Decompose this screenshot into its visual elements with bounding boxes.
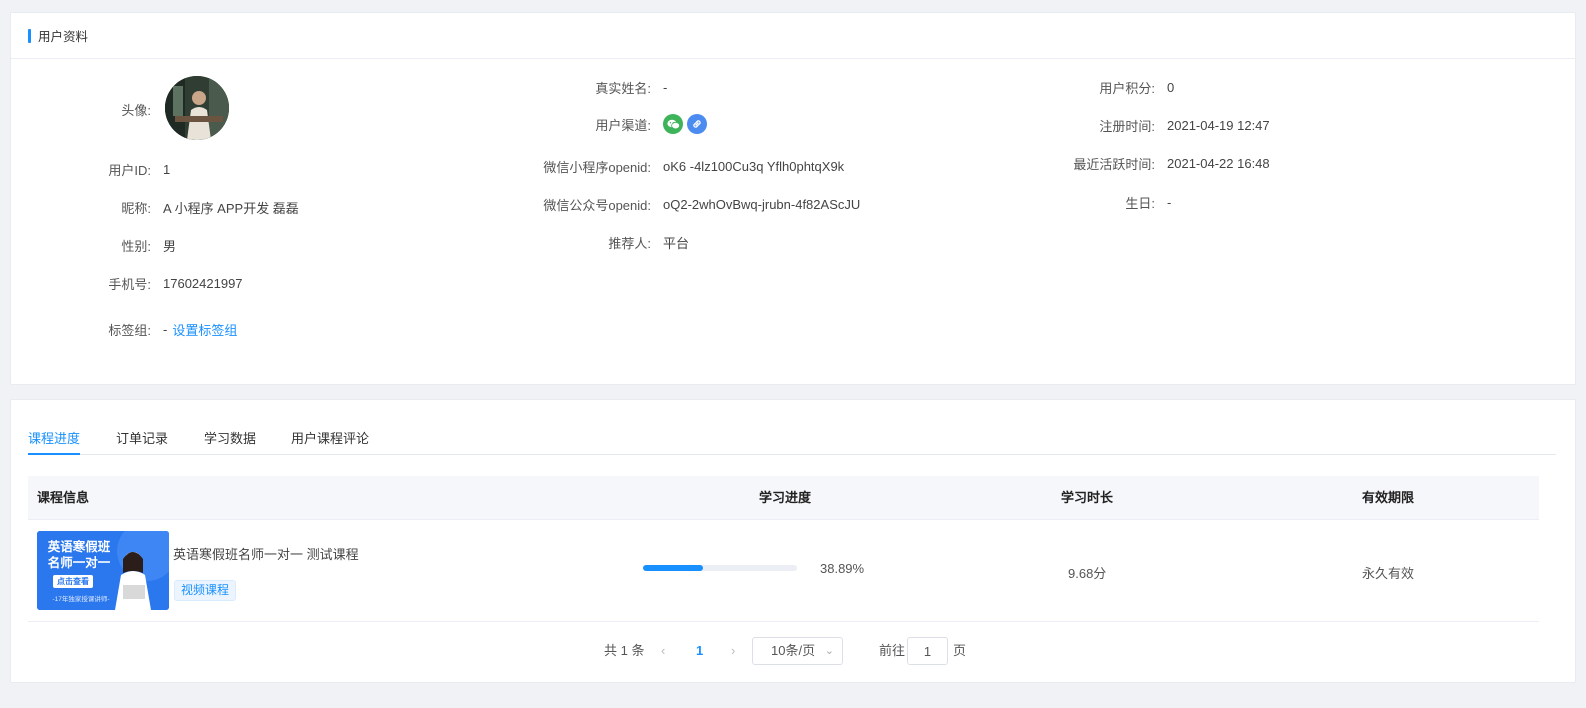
tab-bar: 课程进度 订单记录 学习数据 用户课程评论 bbox=[28, 422, 1556, 455]
tag-group-value: - bbox=[163, 322, 168, 337]
page-size-select[interactable]: 10条/页 ⌄ bbox=[752, 637, 843, 665]
header-validity: 有效期限 bbox=[1362, 490, 1415, 505]
user-course-card: 课程进度 订单记录 学习数据 用户课程评论 课程信息 学习进度 学习时长 有效期… bbox=[10, 399, 1576, 683]
referrer-field: 推荐人: 平台 bbox=[11, 233, 689, 252]
user-profile-card: 用户资料 头像: 用户ID: 1 昵称: A 小程序 APP开发 磊磊 性别: … bbox=[10, 12, 1576, 385]
header-accent-bar bbox=[28, 28, 31, 43]
page-size-value: 10条/页 bbox=[771, 643, 816, 658]
birthday-field: 生日: - bbox=[11, 193, 1171, 212]
study-duration: 9.68分 bbox=[1068, 566, 1107, 581]
active-tab-indicator bbox=[28, 453, 80, 455]
validity-period: 永久有效 bbox=[1362, 566, 1415, 581]
phone-value: 17602421997 bbox=[163, 276, 243, 291]
tab-learning-data[interactable]: 学习数据 bbox=[204, 428, 256, 447]
tab-course-comments[interactable]: 用户课程评论 bbox=[291, 428, 369, 447]
pagination-total: 共 1 条 bbox=[604, 643, 645, 658]
page-number-current[interactable]: 1 bbox=[696, 637, 703, 665]
course-title[interactable]: 英语寒假班名师一对一 测试课程 bbox=[173, 544, 359, 563]
course-thumbnail[interactable]: 英语寒假班 名师一对一 点击查看 -17年独家授课讲师- bbox=[37, 531, 169, 610]
thumb-button: 点击查看 bbox=[53, 575, 93, 588]
tab-course-progress[interactable]: 课程进度 bbox=[28, 428, 80, 447]
tag-group-field: 标签组: - 设置标签组 bbox=[11, 320, 237, 339]
course-type-badge: 视频课程 bbox=[174, 580, 237, 601]
register-time-label: 注册时间: bbox=[1099, 119, 1155, 134]
progress-percent: 38.89% bbox=[820, 561, 865, 576]
tag-group-label: 标签组: bbox=[108, 323, 151, 338]
active-time-value: 2021-04-22 16:48 bbox=[1167, 156, 1270, 171]
header-progress: 学习进度 bbox=[759, 490, 812, 505]
tab-order-records[interactable]: 订单记录 bbox=[116, 428, 168, 447]
thumb-bottom-text: -17年独家授课讲师- bbox=[52, 596, 110, 603]
phone-label: 手机号: bbox=[108, 277, 151, 292]
goto-suffix: 页 bbox=[953, 643, 967, 658]
birthday-value: - bbox=[1167, 195, 1172, 210]
phone-field: 手机号: 17602421997 bbox=[11, 274, 243, 293]
referrer-label: 推荐人: bbox=[608, 236, 651, 251]
goto-prefix: 前往 bbox=[879, 643, 906, 658]
table-header: 课程信息 学习进度 学习时长 有效期限 bbox=[28, 476, 1539, 520]
pagination: 共 1 条 ‹ 1 › 10条/页 ⌄ 前往 页 bbox=[11, 637, 1575, 665]
thumb-line2: 名师一对一 bbox=[47, 556, 111, 570]
active-time-label: 最近活跃时间: bbox=[1073, 157, 1155, 172]
course-progress-table: 课程信息 学习进度 学习时长 有效期限 英语寒假班 名师一对一 点击查看 -17… bbox=[28, 476, 1539, 622]
points-field: 用户积分: 0 bbox=[11, 78, 1174, 97]
next-page-icon[interactable]: › bbox=[731, 637, 735, 665]
points-value: 0 bbox=[1167, 80, 1175, 95]
set-tags-link[interactable]: 设置标签组 bbox=[172, 320, 237, 339]
birthday-label: 生日: bbox=[1125, 196, 1155, 211]
referrer-value: 平台 bbox=[663, 236, 690, 251]
header-duration: 学习时长 bbox=[1061, 490, 1114, 505]
goto-page-input[interactable] bbox=[907, 637, 948, 665]
profile-section-title: 用户资料 bbox=[38, 30, 89, 44]
register-time-value: 2021-04-19 12:47 bbox=[1167, 118, 1270, 133]
thumb-line1: 英语寒假班 bbox=[47, 540, 111, 554]
header-course-info: 课程信息 bbox=[37, 490, 90, 505]
progress-bar-fill bbox=[643, 565, 703, 571]
active-time-field: 最近活跃时间: 2021-04-22 16:48 bbox=[11, 154, 1270, 173]
progress-bar bbox=[643, 565, 797, 571]
chevron-down-icon: ⌄ bbox=[824, 645, 834, 657]
prev-page-icon[interactable]: ‹ bbox=[661, 637, 665, 665]
profile-card-header: 用户资料 bbox=[11, 13, 1575, 59]
table-row: 英语寒假班 名师一对一 点击查看 -17年独家授课讲师- 英语寒假班名师一对一 … bbox=[28, 520, 1539, 622]
points-label: 用户积分: bbox=[1099, 81, 1155, 96]
register-time-field: 注册时间: 2021-04-19 12:47 bbox=[11, 116, 1270, 135]
